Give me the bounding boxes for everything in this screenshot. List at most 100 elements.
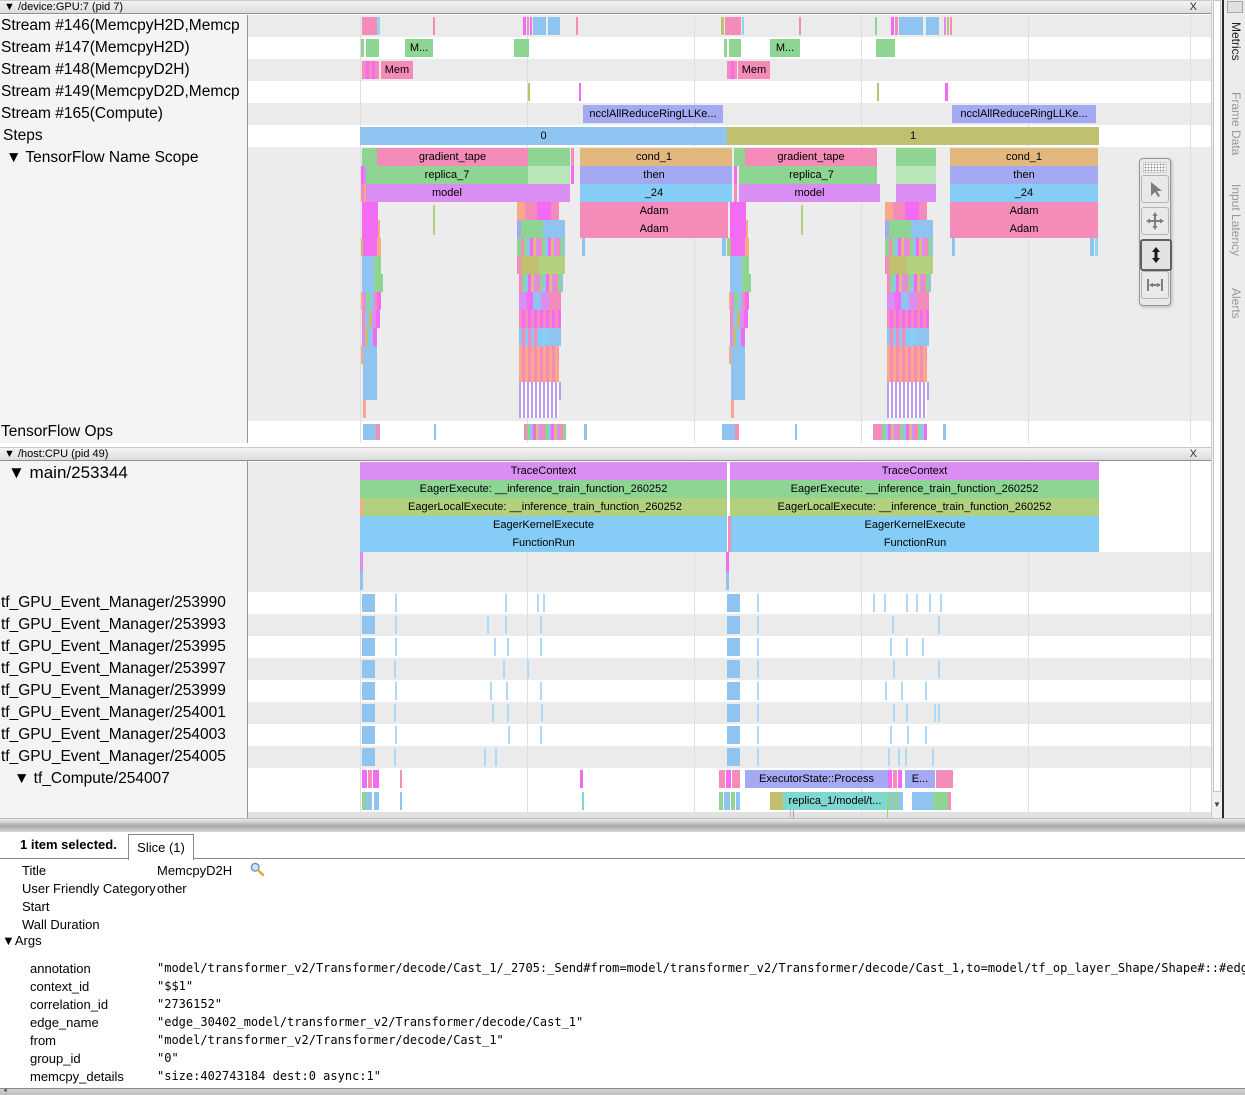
trace-event[interactable] [887, 364, 923, 382]
trace-event[interactable] [757, 748, 759, 766]
trace-event[interactable] [361, 39, 364, 57]
trace-event[interactable] [528, 184, 570, 202]
trace-event[interactable] [571, 166, 574, 184]
trace-event[interactable]: TraceContext [360, 462, 727, 480]
sidebar-tab-metrics[interactable]: Metrics [1229, 22, 1243, 61]
trace-event[interactable] [925, 682, 927, 700]
trace-event[interactable] [916, 594, 918, 612]
trace-event[interactable] [584, 424, 587, 440]
host-pane-close-icon[interactable]: X [1190, 448, 1197, 460]
trace-event[interactable] [519, 274, 563, 292]
trace-event[interactable] [528, 148, 570, 166]
trace-event[interactable] [907, 328, 917, 346]
trace-event[interactable] [528, 166, 570, 184]
trace-event[interactable] [362, 220, 378, 238]
trace-event[interactable] [505, 616, 507, 634]
trace-event[interactable] [363, 364, 377, 382]
trace-event[interactable] [362, 704, 375, 722]
vertical-scrollbar-thumb[interactable] [1213, 0, 1221, 792]
trace-event[interactable] [888, 748, 890, 766]
trace-event[interactable] [936, 770, 953, 788]
trace-event[interactable] [519, 328, 539, 346]
magnifier-icon[interactable] [250, 862, 264, 876]
trace-event[interactable] [727, 638, 740, 656]
trace-event[interactable] [888, 770, 892, 788]
trace-event[interactable] [721, 17, 724, 35]
trace-event[interactable] [548, 17, 560, 35]
trace-event[interactable] [582, 238, 585, 256]
row-label[interactable]: ▼ TensorFlow Name Scope [0, 147, 252, 169]
trace-event[interactable] [742, 274, 751, 292]
trace-event[interactable] [734, 61, 737, 79]
trace-event[interactable] [887, 292, 895, 310]
trace-event[interactable]: Mem [738, 61, 770, 79]
trace-event[interactable] [898, 770, 902, 788]
trace-event[interactable] [905, 748, 907, 766]
trace-event[interactable] [492, 704, 494, 722]
trace-event[interactable] [539, 328, 549, 346]
trace-event[interactable] [524, 424, 566, 440]
trace-event[interactable] [932, 748, 934, 766]
trace-event[interactable] [889, 256, 907, 274]
trace-event[interactable] [539, 256, 565, 274]
trace-event[interactable] [736, 792, 740, 810]
pan-tool-button[interactable] [1141, 207, 1169, 235]
trace-event[interactable] [757, 682, 759, 700]
trace-event[interactable]: EagerLocalExecute: __inference_train_fun… [730, 498, 1099, 516]
row-label[interactable]: ▼ tf_Compute/254007 [0, 768, 260, 790]
trace-event[interactable] [952, 238, 955, 256]
trace-event[interactable] [579, 83, 581, 101]
trace-event[interactable] [519, 346, 559, 364]
trace-event[interactable] [906, 704, 908, 722]
trace-event[interactable] [555, 364, 559, 382]
trace-event[interactable]: FunctionRun [731, 534, 1099, 552]
trace-event[interactable] [362, 726, 375, 744]
trace-event[interactable] [728, 166, 732, 184]
trace-event[interactable] [363, 346, 377, 364]
trace-event[interactable] [948, 792, 951, 810]
selection-tool-button[interactable] [1141, 175, 1169, 203]
trace-event[interactable] [726, 770, 731, 788]
gpu-pane-close-icon[interactable]: X [1190, 1, 1197, 13]
tab-slice[interactable]: Slice (1) [128, 834, 194, 860]
trace-event[interactable] [727, 726, 740, 744]
trace-event[interactable] [757, 638, 759, 656]
trace-event[interactable] [726, 572, 729, 590]
trace-event[interactable] [722, 424, 735, 440]
trace-event[interactable]: 0 [360, 127, 727, 145]
trace-event[interactable] [514, 39, 529, 57]
trace-event[interactable] [728, 184, 732, 202]
trace-event[interactable]: Adam [580, 202, 728, 220]
trace-event[interactable] [517, 202, 525, 220]
trace-event[interactable] [377, 292, 381, 310]
trace-event[interactable] [362, 770, 367, 788]
trace-event[interactable] [790, 810, 791, 818]
trace-event[interactable] [719, 792, 723, 810]
trace-event[interactable] [400, 792, 402, 810]
trace-event[interactable] [727, 660, 740, 678]
trace-event[interactable] [887, 382, 929, 400]
trace-event[interactable] [938, 660, 940, 678]
trace-event[interactable] [362, 638, 375, 656]
trace-event[interactable] [905, 202, 919, 220]
trace-event[interactable] [1090, 238, 1094, 256]
scroll-down-icon[interactable]: ▼ [1212, 800, 1222, 809]
trace-event[interactable] [907, 726, 909, 744]
trace-event[interactable] [521, 256, 539, 274]
trace-event[interactable] [901, 292, 909, 310]
trace-event[interactable] [530, 17, 532, 35]
trace-event[interactable] [917, 292, 929, 310]
trace-event[interactable]: cond_1 [950, 148, 1098, 166]
trace-event[interactable] [375, 61, 379, 79]
trace-event[interactable]: model [366, 184, 528, 202]
trace-event[interactable]: M... [405, 39, 433, 57]
trace-event[interactable] [727, 616, 740, 634]
trace-event[interactable] [549, 328, 561, 346]
trace-event[interactable] [731, 382, 745, 400]
trace-event[interactable]: ncclAllReduceRingLLKe... [952, 105, 1096, 123]
sidebar-corner-box[interactable] [1227, 1, 1243, 13]
trace-event[interactable] [890, 726, 892, 744]
trace-event[interactable] [925, 726, 927, 744]
trace-event[interactable] [395, 726, 397, 744]
trace-event[interactable] [376, 310, 380, 328]
